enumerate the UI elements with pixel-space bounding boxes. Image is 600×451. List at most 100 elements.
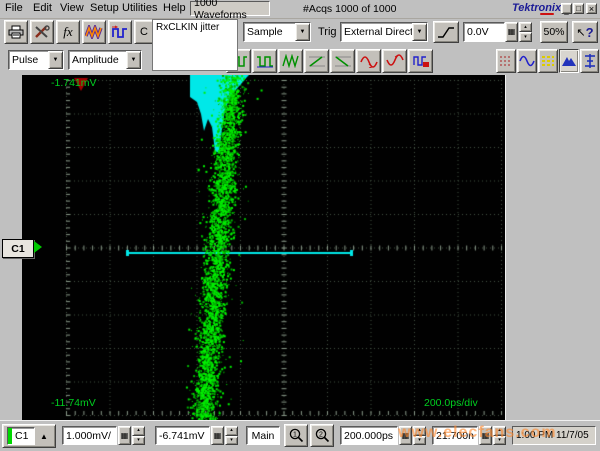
vertical-position-stepper[interactable]: ▴ ▾ — [225, 426, 238, 445]
spinner-down-icon[interactable]: ▾ — [225, 436, 238, 446]
trigger-level-stepper[interactable]: ▴ ▾ — [519, 22, 532, 42]
keypad-button[interactable]: ▦ — [211, 426, 224, 445]
datetime-readout: 1:00 PM 11/7/05 — [512, 426, 596, 445]
vertical-position-field[interactable]: -6.741mV — [155, 426, 210, 445]
horizontal-position-stepper[interactable]: ▴ ▾ — [493, 426, 506, 445]
magnifier-2-icon: 2 — [315, 428, 330, 443]
vertical-scale-field[interactable]: 1.000mV/ — [62, 426, 117, 445]
measurement-toolbar: Pulse ▼ Amplitude ▼ — [0, 47, 600, 75]
fall-time-icon — [334, 54, 352, 68]
keypad-button[interactable]: ▦ — [479, 426, 492, 445]
trig-label: Trig — [318, 26, 337, 38]
spinner-down-icon[interactable]: ▾ — [519, 32, 532, 42]
help-pointer-icon: ↖ — [576, 26, 585, 39]
measurement-source-overlay[interactable]: RxCLKIN jitter — [152, 19, 238, 71]
restore-button[interactable]: □ — [573, 3, 584, 14]
negative-width-measure-button[interactable] — [252, 49, 277, 73]
chevron-down-icon[interactable]: ▼ — [295, 23, 310, 41]
zoom1-button[interactable]: 1 — [284, 424, 308, 447]
low-crossing-measure-button[interactable] — [382, 49, 407, 73]
vertical-histogram-icon — [561, 55, 577, 67]
spinner-down-icon[interactable]: ▾ — [493, 436, 506, 446]
spinner-up-icon[interactable]: ▴ — [225, 426, 238, 436]
menu-view[interactable]: View — [60, 2, 84, 14]
spinner-up-icon[interactable]: ▴ — [493, 426, 506, 436]
keypad-button[interactable]: ▦ — [118, 426, 131, 445]
svg-text:1: 1 — [293, 432, 297, 439]
timebase-view-field: Main — [246, 426, 280, 445]
menu-bar: File Edit View Setup Utilities Help 1000… — [0, 0, 600, 19]
burst-width-measure-button[interactable] — [278, 49, 303, 73]
logo-swoosh — [540, 13, 554, 15]
oscilloscope-app: File Edit View Setup Utilities Help 1000… — [0, 0, 600, 450]
set-fifty-percent-button[interactable]: 50% — [540, 21, 568, 43]
jitter-toolbar-icon — [111, 25, 129, 39]
menu-utilities[interactable]: Utilities — [122, 2, 157, 14]
acqs-readout: #Acqs 1000 of 1000 — [303, 3, 396, 15]
tektronix-logo: Tektronix — [512, 2, 561, 14]
vertical-scale-stepper[interactable]: ▴ ▾ — [132, 426, 145, 445]
chevron-down-icon[interactable]: ▼ — [48, 51, 63, 69]
waveform-button[interactable] — [82, 20, 106, 44]
jitter-summary-measure-button[interactable] — [408, 49, 433, 73]
minimize-button[interactable]: _ — [561, 3, 572, 14]
keypad-button[interactable]: ▦ — [505, 22, 518, 42]
dots-display-icon — [499, 55, 513, 67]
spinner-up-icon[interactable]: ▴ — [132, 426, 145, 436]
sidebar: Waveform C1 1.000mV/div WfmDB1 (Main C1 … — [505, 75, 600, 420]
low-crossing-icon — [386, 54, 404, 68]
fall-time-measure-button[interactable] — [330, 49, 355, 73]
jitter-button[interactable] — [108, 20, 132, 44]
menu-setup[interactable]: Setup — [90, 2, 119, 14]
measurement-type-select[interactable]: Amplitude ▼ — [68, 50, 142, 70]
vector-display-button[interactable] — [517, 49, 537, 73]
menu-edit[interactable]: Edit — [33, 2, 52, 14]
top-voltage-label: -1.741mV — [51, 77, 97, 89]
trigger-level-field[interactable]: 0.0V — [463, 22, 505, 42]
spinner-down-icon[interactable]: ▾ — [413, 436, 426, 446]
tools-button[interactable] — [30, 20, 54, 44]
channel-marker[interactable]: C1 — [2, 239, 34, 258]
menu-file[interactable]: File — [5, 2, 23, 14]
rising-slope-icon — [437, 25, 455, 39]
high-crossing-measure-button[interactable] — [356, 49, 381, 73]
math-button[interactable]: fx — [56, 20, 80, 44]
channel-select-button[interactable]: C1 ▲ — [2, 424, 56, 448]
trigger-source-select[interactable]: External Direct ▼ — [340, 22, 428, 42]
intensified-display-button[interactable] — [538, 49, 558, 73]
fx-icon: fx — [63, 24, 72, 40]
measurement-category-select[interactable]: Pulse ▼ — [8, 50, 64, 70]
triangle-up-icon: ▲ — [40, 432, 48, 441]
zoom2-button[interactable]: 2 — [310, 424, 334, 447]
chevron-down-icon[interactable]: ▼ — [126, 51, 141, 69]
print-button[interactable] — [4, 20, 28, 44]
toolbar-main: fx C Sample ▼ Trig External Direct ▼ — [0, 18, 600, 47]
trigger-slope-button[interactable] — [433, 21, 459, 43]
horizontal-histogram-icon — [584, 54, 596, 68]
horizontal-scale-field[interactable]: 200.000ps — [340, 426, 398, 445]
jitter-summary-icon — [412, 54, 430, 68]
spinner-up-icon[interactable]: ▴ — [519, 22, 532, 32]
vertical-histogram-button[interactable] — [559, 49, 579, 73]
keypad-button[interactable]: ▦ — [399, 426, 412, 445]
intensified-display-icon — [541, 55, 555, 67]
horizontal-histogram-button[interactable] — [580, 49, 599, 73]
rise-time-measure-button[interactable] — [304, 49, 329, 73]
burst-width-icon — [282, 54, 300, 68]
acquisition-mode-select[interactable]: Sample ▼ — [243, 22, 311, 42]
rise-time-icon — [308, 54, 326, 68]
context-help-button[interactable]: ↖ ? — [572, 21, 598, 43]
horizontal-position-field[interactable]: 21.700n — [432, 426, 478, 445]
close-button[interactable]: × — [586, 3, 597, 14]
horizontal-scale-stepper[interactable]: ▴ ▾ — [413, 426, 426, 445]
bottom-voltage-label: -11.74mV — [51, 397, 96, 409]
dots-display-button[interactable] — [496, 49, 516, 73]
channel-marker-arrow-icon — [34, 241, 42, 253]
high-crossing-icon — [360, 54, 378, 68]
menu-help[interactable]: Help — [163, 2, 186, 14]
chevron-down-icon[interactable]: ▼ — [412, 23, 427, 41]
spinner-up-icon[interactable]: ▴ — [413, 426, 426, 436]
negative-width-icon — [256, 54, 274, 68]
svg-text:2: 2 — [319, 432, 323, 439]
spinner-down-icon[interactable]: ▾ — [132, 436, 145, 446]
